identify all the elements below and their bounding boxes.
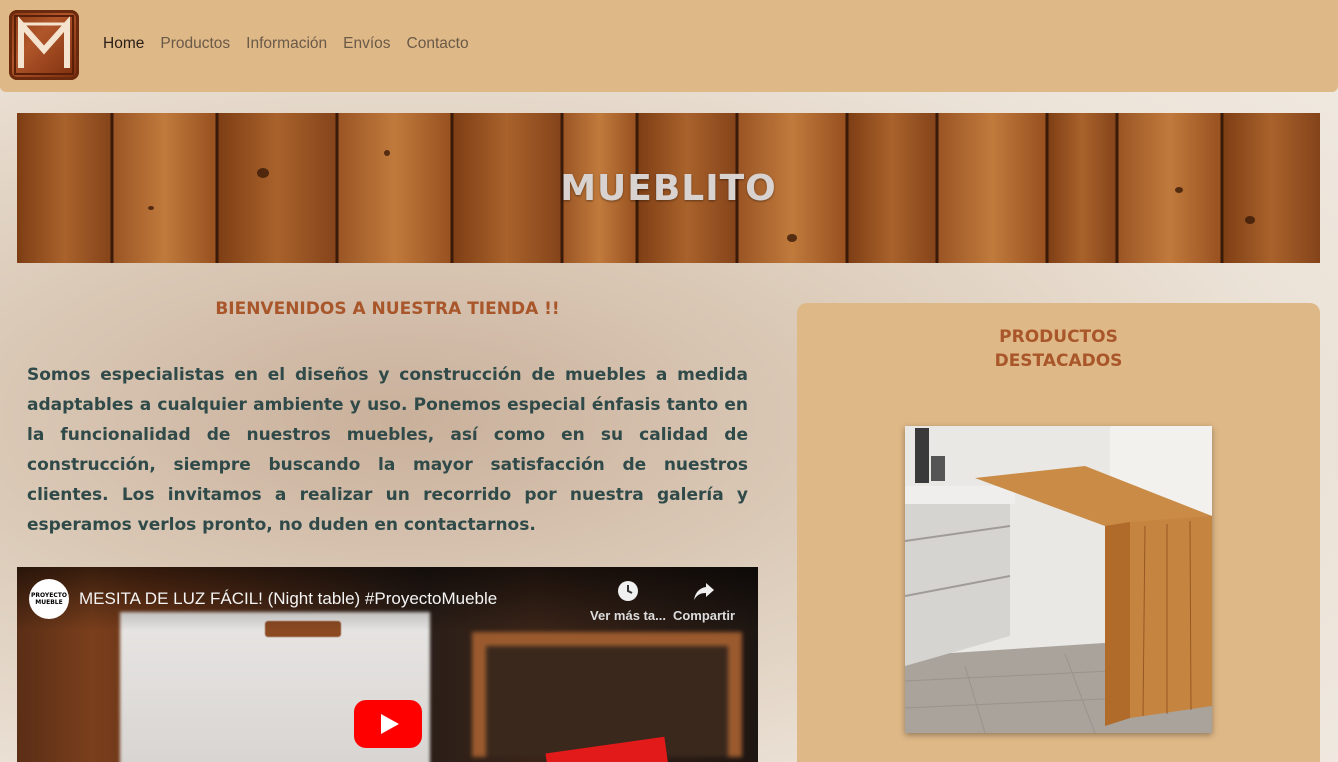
share-label: Compartir: [672, 608, 736, 623]
featured-products-card: PRODUCTOS DESTACADOS: [797, 303, 1320, 762]
logo-m-icon: [14, 15, 74, 75]
share-icon: [694, 583, 714, 600]
intro-paragraph: Somos especialistas en el diseños y cons…: [27, 365, 748, 535]
featured-title-line1: PRODUCTOS: [999, 327, 1118, 347]
youtube-video-embed[interactable]: PROYECTO MUEBLE MESITA DE LUZ FÁCIL! (Ni…: [17, 567, 758, 762]
watch-later-button[interactable]: Ver más ta...: [588, 580, 668, 623]
watch-later-label: Ver más ta...: [590, 608, 666, 623]
share-button[interactable]: Compartir: [664, 580, 744, 623]
site-title: MUEBLITO: [560, 167, 777, 209]
wooden-desk-image: [905, 426, 1212, 733]
welcome-heading: BIENVENIDOS A NUESTRA TIENDA !!: [215, 299, 560, 319]
nav-envios[interactable]: Envíos: [343, 35, 390, 53]
nav-informacion[interactable]: Información: [246, 35, 327, 53]
play-button[interactable]: [354, 700, 422, 748]
video-thumbnail-shelf: [472, 632, 742, 757]
nav-links: Home Productos Información Envíos Contac…: [103, 35, 485, 53]
featured-title-line2: DESTACADOS: [994, 351, 1123, 371]
featured-product-image[interactable]: [905, 426, 1212, 733]
nav-home[interactable]: Home: [103, 35, 144, 53]
hero-banner: MUEBLITO: [17, 113, 1320, 263]
nav-productos[interactable]: Productos: [160, 35, 230, 53]
logo[interactable]: [9, 10, 79, 80]
clock-icon: [618, 581, 638, 601]
featured-title: PRODUCTOS DESTACADOS: [797, 325, 1320, 373]
video-title[interactable]: MESITA DE LUZ FÁCIL! (Night table) #Proy…: [79, 589, 497, 609]
navbar: Home Productos Información Envíos Contac…: [0, 0, 1338, 92]
nav-contacto[interactable]: Contacto: [407, 35, 469, 53]
channel-avatar[interactable]: PROYECTO MUEBLE: [29, 579, 69, 619]
